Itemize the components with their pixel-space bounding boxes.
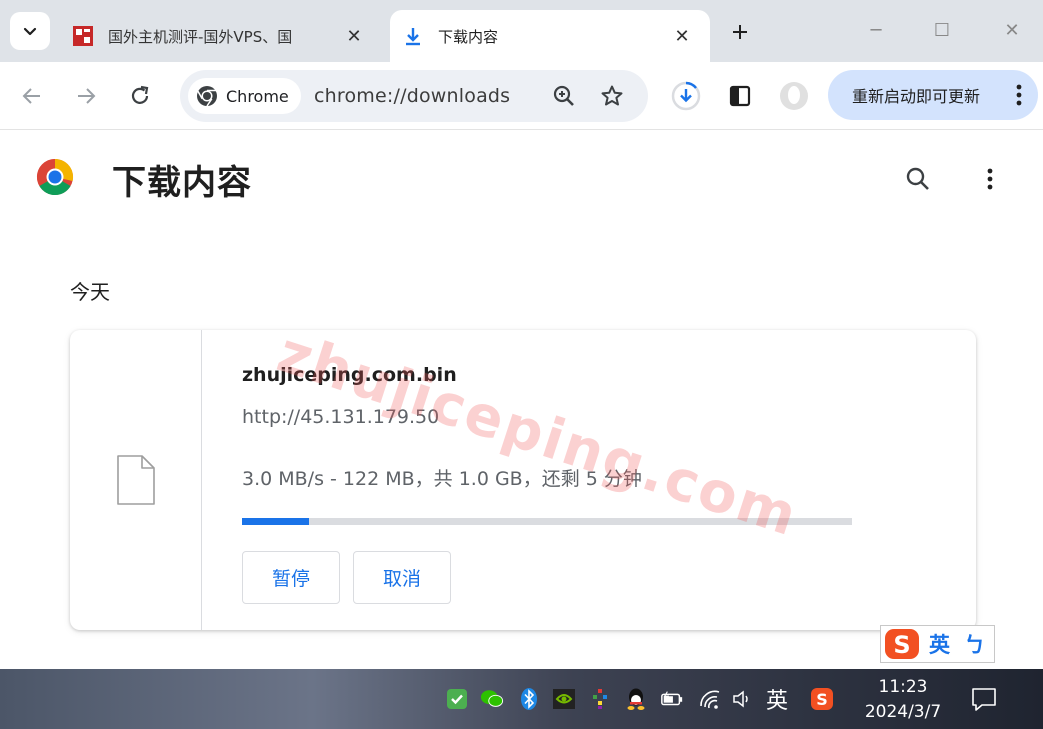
reload-button[interactable] — [122, 78, 158, 114]
tab-title: 国外主机测评-国外VPS、国 — [108, 27, 293, 46]
omnibox[interactable]: Chrome chrome://downloads — [180, 70, 648, 122]
file-name-link[interactable]: zhujiceping.com.bin — [242, 364, 457, 386]
sogou-tray-icon[interactable]: S — [810, 687, 834, 711]
clock-date: 2024/3/7 — [864, 702, 942, 722]
star-icon — [601, 85, 623, 106]
pause-button[interactable]: 暂停 — [242, 551, 340, 604]
search-downloads-button[interactable] — [900, 161, 936, 197]
plus-icon — [733, 25, 747, 39]
new-tab-button[interactable] — [724, 16, 756, 48]
volume-icon[interactable] — [731, 687, 755, 711]
progress-fill — [242, 518, 310, 525]
update-label: 重新启动即可更新 — [852, 87, 981, 106]
bluetooth-icon[interactable] — [517, 687, 541, 711]
sogou-logo-icon: S — [881, 625, 923, 663]
url-text[interactable]: chrome://downloads — [314, 85, 510, 107]
nvidia-icon[interactable] — [552, 687, 576, 711]
side-panel-icon — [729, 85, 751, 107]
ime-punct-label: ㄅ — [964, 633, 985, 657]
chevron-down-icon — [23, 27, 37, 36]
qq-icon[interactable] — [624, 687, 648, 711]
more-actions-button[interactable] — [974, 161, 1006, 197]
close-icon: ✕ — [1004, 19, 1020, 41]
wechat-icon[interactable] — [480, 687, 504, 711]
chrome-logo-icon — [197, 86, 217, 107]
date-group-heading: 今天 — [70, 280, 110, 304]
profile-button[interactable] — [776, 78, 812, 114]
chrome-logo-icon — [36, 158, 74, 196]
security-check-icon[interactable] — [445, 687, 469, 711]
chip-label: Chrome — [226, 86, 289, 106]
download-icon — [402, 25, 424, 47]
more-vert-icon — [987, 168, 993, 190]
cancel-button[interactable]: 取消 — [353, 551, 451, 604]
downloads-button[interactable] — [668, 78, 704, 114]
zoom-icon — [553, 85, 574, 106]
tab-search-button[interactable] — [10, 12, 50, 50]
close-tab-icon[interactable]: ✕ — [668, 22, 696, 50]
downloads-header: 下载内容 — [0, 131, 1043, 227]
reload-icon — [131, 85, 149, 104]
forward-button[interactable] — [68, 78, 104, 114]
source-url-link[interactable]: http://45.131.179.50 — [242, 406, 439, 428]
tab-title: 下载内容 — [438, 27, 499, 46]
file-icon-column — [70, 330, 202, 630]
site-info-chip[interactable]: Chrome — [188, 78, 301, 114]
wifi-icon[interactable] — [698, 687, 722, 711]
svg-text:S: S — [816, 690, 828, 709]
arrow-right-icon — [78, 88, 96, 104]
file-icon — [116, 455, 155, 505]
system-clock[interactable]: 11:23 2024/3/7 — [858, 675, 948, 725]
download-status: 3.0 MB/s - 122 MB，共 1.0 GB，还剩 5 分钟 — [242, 468, 642, 490]
svg-text:S: S — [893, 631, 910, 659]
taskbar: 英 S 11:23 2024/3/7 — [0, 669, 1043, 729]
app-grid-icon[interactable] — [588, 687, 612, 711]
avatar-icon — [780, 82, 808, 110]
notification-icon[interactable] — [970, 685, 998, 713]
tab-downloads[interactable]: 下载内容 ✕ — [390, 10, 710, 62]
more-vert-icon — [1016, 84, 1022, 106]
ime-status-bar[interactable]: S 英 ㄅ — [880, 625, 995, 663]
side-panel-button[interactable] — [722, 78, 758, 114]
download-item: zhujiceping.com.bin http://45.131.179.50… — [70, 330, 976, 630]
search-icon — [906, 167, 929, 190]
clock-time: 11:23 — [878, 677, 928, 697]
input-language-indicator[interactable]: 英 — [766, 683, 788, 715]
tab-strip: 国外主机测评-国外VPS、国 ✕ 下载内容 ✕ ─ ☐ ✕ — [0, 0, 1043, 62]
battery-icon[interactable] — [660, 687, 684, 711]
maximize-button[interactable]: ☐ — [922, 14, 962, 46]
bookmark-button[interactable] — [598, 82, 626, 110]
arrow-left-icon — [22, 88, 40, 104]
maximize-icon: ☐ — [933, 19, 951, 41]
close-window-button[interactable]: ✕ — [992, 14, 1032, 46]
minimize-icon: ─ — [870, 19, 882, 41]
download-progress-bar — [242, 518, 852, 525]
ime-mode-label: 英 — [929, 633, 950, 657]
back-button[interactable] — [14, 78, 50, 114]
toolbar: Chrome chrome://downloads 重新启动即可更新 — [0, 62, 1043, 130]
page-title: 下载内容 — [112, 163, 252, 203]
minimize-button[interactable]: ─ — [856, 14, 896, 46]
zhujiceping-favicon-icon — [72, 25, 94, 47]
tab-zhujiceping[interactable]: 国外主机测评-国外VPS、国 ✕ — [60, 10, 382, 62]
zoom-button[interactable] — [550, 82, 578, 110]
relaunch-update-button[interactable]: 重新启动即可更新 — [828, 70, 1038, 120]
close-tab-icon[interactable]: ✕ — [340, 22, 368, 50]
download-progress-icon — [671, 81, 701, 111]
